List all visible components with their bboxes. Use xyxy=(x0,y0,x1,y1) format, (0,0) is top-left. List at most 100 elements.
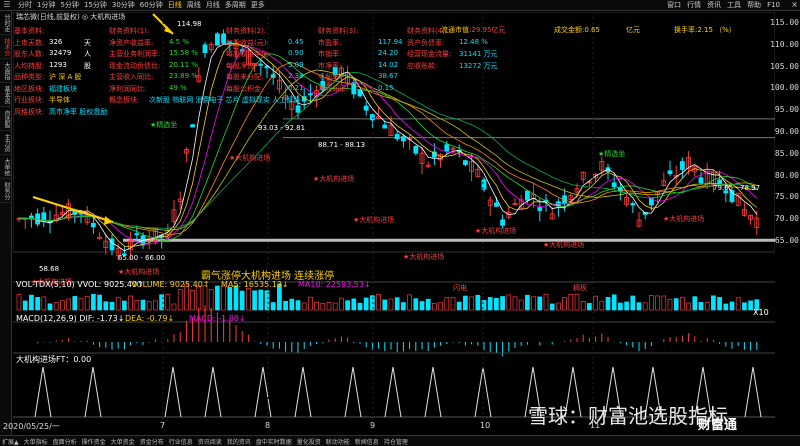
bottom-tool[interactable]: 盘面分析 xyxy=(53,437,77,446)
period-tab[interactable]: 15分钟 xyxy=(82,0,109,10)
volume-bar xyxy=(289,298,295,311)
price-axis: 115.00 110.00 105.00 100.00 95.00 90.00 85.00 8… xyxy=(770,12,800,420)
period-tab[interactable]: 5分钟 xyxy=(58,0,80,10)
bottom-tool[interactable]: 新闻信息 xyxy=(355,437,379,446)
info-label: 每股未分配: xyxy=(226,73,264,81)
volume-bar xyxy=(177,289,183,311)
volume-bar xyxy=(134,300,140,311)
volume-bar xyxy=(208,289,214,311)
volume-bar xyxy=(376,294,381,311)
volume-bar xyxy=(593,295,598,311)
menu-item[interactable]: 资讯 xyxy=(707,0,721,10)
sidebar-tab[interactable]: 大单统计 xyxy=(0,155,12,179)
menu-item[interactable]: 行情 xyxy=(687,0,701,10)
bottom-tool[interactable]: 我的资讯 xyxy=(227,437,251,446)
price-tick: 100.00 xyxy=(770,83,799,93)
bottom-tool[interactable]: 扩展▲ xyxy=(2,437,19,446)
volume-bar xyxy=(345,300,350,311)
volume-bar xyxy=(599,300,605,311)
bottom-tool[interactable]: 大单资金 xyxy=(111,437,135,446)
market-label: 成交金额: xyxy=(554,26,585,34)
volume-bar xyxy=(754,299,760,311)
market-value: 29.95亿元 xyxy=(471,26,506,34)
menu-item[interactable]: 工具 xyxy=(727,0,741,10)
info-label: 地区板块: xyxy=(14,84,45,93)
info-label: 主营收入同比: xyxy=(109,73,154,81)
info-label: 主营业务利润率: xyxy=(109,50,161,58)
candle-body xyxy=(91,222,96,228)
info-value: 49 % xyxy=(169,83,187,92)
menu-item[interactable]: 窗口 xyxy=(667,0,681,10)
close-icon[interactable]: × xyxy=(791,0,798,10)
info-row: 每股未分配: 2.38 xyxy=(226,72,304,82)
sidebar-tab[interactable]: 基本资料 xyxy=(0,83,12,107)
bottom-tool[interactable]: 量化投资 xyxy=(297,437,321,446)
period-tab[interactable]: 月线 xyxy=(204,0,222,10)
info-row: 净资产收益率: 4.5 % xyxy=(109,38,189,48)
sidebar-tab[interactable]: 自选股 xyxy=(0,107,12,131)
candle-body xyxy=(307,93,313,96)
period-tab[interactable]: 多周期 xyxy=(223,0,248,10)
menu-item[interactable]: 帮助 xyxy=(747,0,761,10)
info-row: 风格板块: 高市净率 股权激励 xyxy=(14,107,107,117)
info-label: 财务资料(3): xyxy=(318,27,359,35)
bottom-tool[interactable]: 大单指标 xyxy=(24,437,48,446)
period-tabs: 分时 1分钟 5分钟 15分钟 30分钟 60分钟 日线 周线 月线 多周期 更多 xyxy=(16,0,267,10)
period-tab[interactable]: 分时 xyxy=(16,0,34,10)
volume-bar xyxy=(252,290,257,311)
info-label: 净资产收益率: xyxy=(109,38,154,47)
period-tab[interactable]: 60分钟 xyxy=(138,0,165,10)
candle-body xyxy=(444,144,450,152)
sidebar-tab[interactable]: 分时走势 xyxy=(0,11,12,35)
bottom-tool[interactable]: 行业信息 xyxy=(169,437,193,446)
info-row: 净利润率: 0.15 xyxy=(318,84,394,94)
volume-bar xyxy=(91,293,96,311)
volume-bar xyxy=(72,296,78,311)
volume-bar xyxy=(444,297,450,311)
volume-bar xyxy=(22,300,28,311)
bottom-tool[interactable]: 操作资金 xyxy=(82,437,106,446)
info-label: 经营现金流量: xyxy=(407,50,452,58)
ft-spike xyxy=(254,366,272,418)
bottom-tool[interactable]: 盘中实时数据 xyxy=(256,437,292,446)
volume-bar xyxy=(680,296,685,311)
volume-bar xyxy=(394,297,400,311)
volume-bar xyxy=(605,297,611,311)
period-tab[interactable]: 更多 xyxy=(249,0,267,10)
volume-bar xyxy=(556,302,561,311)
bottom-tool[interactable]: 联动功能 xyxy=(326,437,350,446)
volume-bar xyxy=(115,296,121,311)
candle-body xyxy=(382,124,388,129)
month-label: 9 xyxy=(370,421,376,430)
volume-bar xyxy=(748,300,753,311)
sidebar-tab[interactable]: 财务分析 xyxy=(0,179,12,203)
volume-bar xyxy=(41,296,47,311)
bottom-tool[interactable]: 资讯阅读 xyxy=(198,437,222,446)
menu-item[interactable]: F10 xyxy=(767,0,780,10)
period-tab[interactable]: 30分钟 xyxy=(110,0,137,10)
info-value: 13272 万元 xyxy=(459,61,498,70)
menu-icon[interactable]: ☰ xyxy=(0,0,14,10)
date-first: 2020/05/25/一 xyxy=(3,422,60,431)
sidebar-tab[interactable]: 主力资金 xyxy=(0,131,12,155)
candle-body xyxy=(369,114,375,121)
volume-bar xyxy=(494,297,499,311)
volume-bar xyxy=(215,285,220,311)
info-label: 人均持股: xyxy=(14,61,45,70)
volume-bar xyxy=(221,285,226,311)
sidebar-tab[interactable]: 技术分析 xyxy=(0,35,12,59)
period-tab[interactable]: 周线 xyxy=(185,0,203,10)
candle-body xyxy=(134,233,140,236)
volume-bar xyxy=(525,294,530,311)
market-label: 换手率: xyxy=(674,26,698,34)
volume-bar xyxy=(165,294,171,311)
sidebar-tab[interactable]: 大盘指标 xyxy=(0,59,12,83)
bottom-tool[interactable]: 资金分布 xyxy=(140,437,164,446)
period-tab[interactable]: 日线 xyxy=(166,0,184,10)
info-row: 现金流动负债比: 20.11 % xyxy=(109,61,198,71)
bottom-tool[interactable]: 持仓管理 xyxy=(384,437,408,446)
right-menu: 窗口 行情 资讯 工具 帮助 F10 xyxy=(667,0,780,10)
period-tab[interactable]: 1分钟 xyxy=(35,0,57,10)
volume-bar xyxy=(512,296,518,311)
info-label: 股东人数: xyxy=(14,50,45,58)
